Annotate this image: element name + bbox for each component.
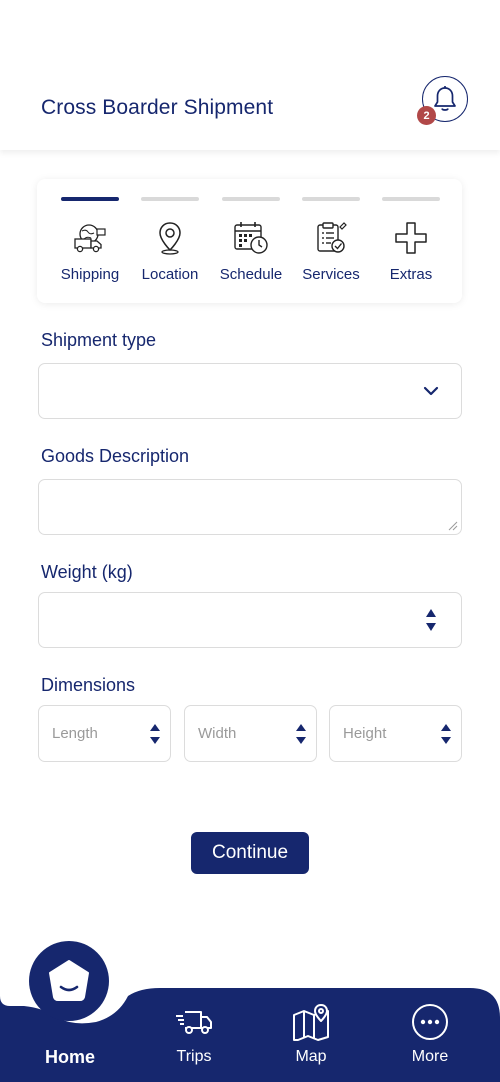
nav-map[interactable]: Map <box>261 1002 361 1072</box>
bell-icon <box>434 86 456 111</box>
step-label: Schedule <box>219 266 283 283</box>
number-spinner-icon[interactable] <box>440 722 452 746</box>
plus-icon <box>392 219 430 257</box>
step-label: Shipping <box>60 266 120 283</box>
calendar-clock-icon <box>232 219 270 257</box>
width-input[interactable]: Width <box>184 705 317 762</box>
step-indicator-bar <box>141 197 199 201</box>
home-icon <box>49 960 89 1001</box>
step-extras[interactable]: Extras <box>371 179 451 303</box>
goods-description-textarea[interactable] <box>38 479 462 535</box>
more-icon <box>412 1004 448 1040</box>
continue-button[interactable]: Continue <box>191 832 309 874</box>
shipment-type-label: Shipment type <box>41 330 157 350</box>
progress-stepper: Shipping Location Schedule Services Extr… <box>37 179 462 303</box>
height-input[interactable]: Height <box>329 705 462 762</box>
width-placeholder: Width <box>198 725 237 742</box>
app-header: Cross Boarder Shipment 2 <box>0 0 500 150</box>
number-spinner-icon[interactable] <box>149 722 161 746</box>
home-button[interactable] <box>29 941 109 1021</box>
nav-home-label[interactable]: Home <box>20 1047 120 1068</box>
chevron-down-icon <box>423 386 439 396</box>
page-title: Cross Boarder Shipment <box>41 96 274 119</box>
step-indicator-bar <box>61 197 119 201</box>
step-label: Services <box>302 266 360 283</box>
nav-map-label: Map <box>295 1048 327 1065</box>
length-input[interactable]: Length <box>38 705 171 762</box>
shipment-type-select[interactable] <box>38 363 462 419</box>
location-pin-icon <box>151 219 189 257</box>
dimensions-label: Dimensions <box>41 675 136 695</box>
truck-icon <box>176 1011 212 1034</box>
nav-more[interactable]: More <box>380 1002 480 1072</box>
step-services[interactable]: Services <box>291 179 371 303</box>
nav-trips[interactable]: Trips <box>144 1002 244 1072</box>
number-spinner-icon[interactable] <box>295 722 307 746</box>
nav-more-label: More <box>411 1048 449 1065</box>
weight-label: Weight (kg) <box>41 562 133 582</box>
step-indicator-bar <box>382 197 440 201</box>
nav-trips-label: Trips <box>176 1048 212 1065</box>
step-indicator-bar <box>222 197 280 201</box>
step-schedule[interactable]: Schedule <box>211 179 291 303</box>
step-label: Location <box>141 266 199 283</box>
step-indicator-bar <box>302 197 360 201</box>
step-location[interactable]: Location <box>130 179 210 303</box>
length-placeholder: Length <box>52 725 98 742</box>
height-placeholder: Height <box>343 725 387 742</box>
clipboard-check-icon <box>312 219 350 257</box>
step-shipping[interactable]: Shipping <box>50 179 130 303</box>
number-spinner-icon[interactable] <box>425 607 437 633</box>
weight-input[interactable] <box>38 592 462 648</box>
resize-handle-icon[interactable] <box>448 521 458 531</box>
step-label: Extras <box>389 266 433 283</box>
goods-description-label: Goods Description <box>41 446 190 466</box>
map-icon <box>293 1004 329 1041</box>
shipping-icon <box>71 219 109 257</box>
notification-badge: 2 <box>417 106 436 125</box>
